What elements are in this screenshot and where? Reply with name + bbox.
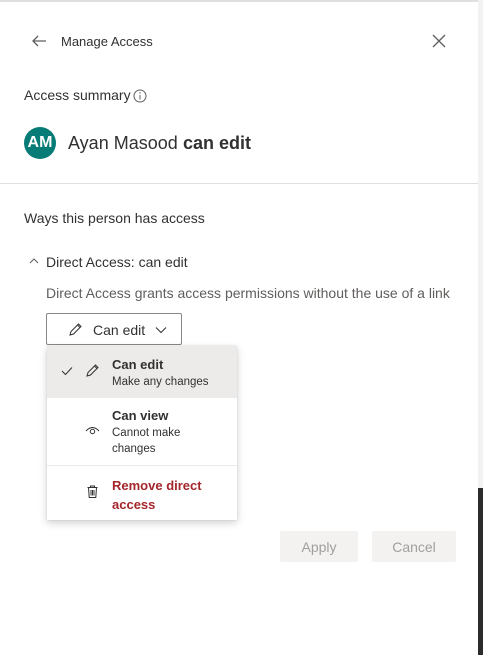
close-icon[interactable] xyxy=(431,33,447,49)
access-summary-label: Access summary xyxy=(24,87,131,103)
permission-dropdown-label: Can edit xyxy=(93,322,146,338)
menu-item-can-edit[interactable]: Can edit Make any changes xyxy=(47,346,237,398)
chevron-up-icon[interactable] xyxy=(29,257,39,265)
menu-item-remove-access[interactable]: Remove direct access xyxy=(47,466,237,520)
apply-button[interactable]: Apply xyxy=(280,531,358,562)
avatar: AM xyxy=(24,127,56,159)
person-permission: can edit xyxy=(183,133,252,153)
chevron-down-icon xyxy=(155,327,167,334)
person-name: Ayan Masood xyxy=(68,133,178,153)
direct-access-description: Direct Access grants access permissions … xyxy=(46,285,450,301)
permission-menu: Can edit Make any changes Can view Canno… xyxy=(47,346,237,520)
arrow-left-icon[interactable] xyxy=(30,32,48,50)
menu-item-can-view[interactable]: Can view Cannot make changes xyxy=(47,398,237,465)
pencil-icon xyxy=(69,323,82,336)
menu-item-title: Can edit xyxy=(112,357,164,372)
eye-icon xyxy=(85,427,100,435)
menu-item-title: Remove direct access xyxy=(112,478,202,512)
permission-dropdown-button[interactable]: Can edit xyxy=(46,313,182,345)
menu-item-subtitle: Cannot make changes xyxy=(112,427,181,455)
section-divider xyxy=(0,183,478,184)
menu-item-title: Can view xyxy=(112,408,169,423)
check-icon xyxy=(61,367,73,376)
panel-title: Manage Access xyxy=(61,34,153,49)
info-icon[interactable] xyxy=(133,89,147,103)
top-border xyxy=(0,0,478,2)
window-edge xyxy=(478,0,483,655)
trash-icon xyxy=(87,485,98,498)
pencil-icon xyxy=(86,364,99,377)
ways-access-label: Ways this person has access xyxy=(24,210,205,226)
direct-access-header[interactable]: Direct Access: can edit xyxy=(46,254,188,270)
menu-item-subtitle: Make any changes xyxy=(112,376,209,388)
cancel-button[interactable]: Cancel xyxy=(372,531,456,562)
background-window-edge xyxy=(478,488,483,655)
manage-access-panel: Manage Access Access summary AM Ayan Mas… xyxy=(0,0,478,655)
